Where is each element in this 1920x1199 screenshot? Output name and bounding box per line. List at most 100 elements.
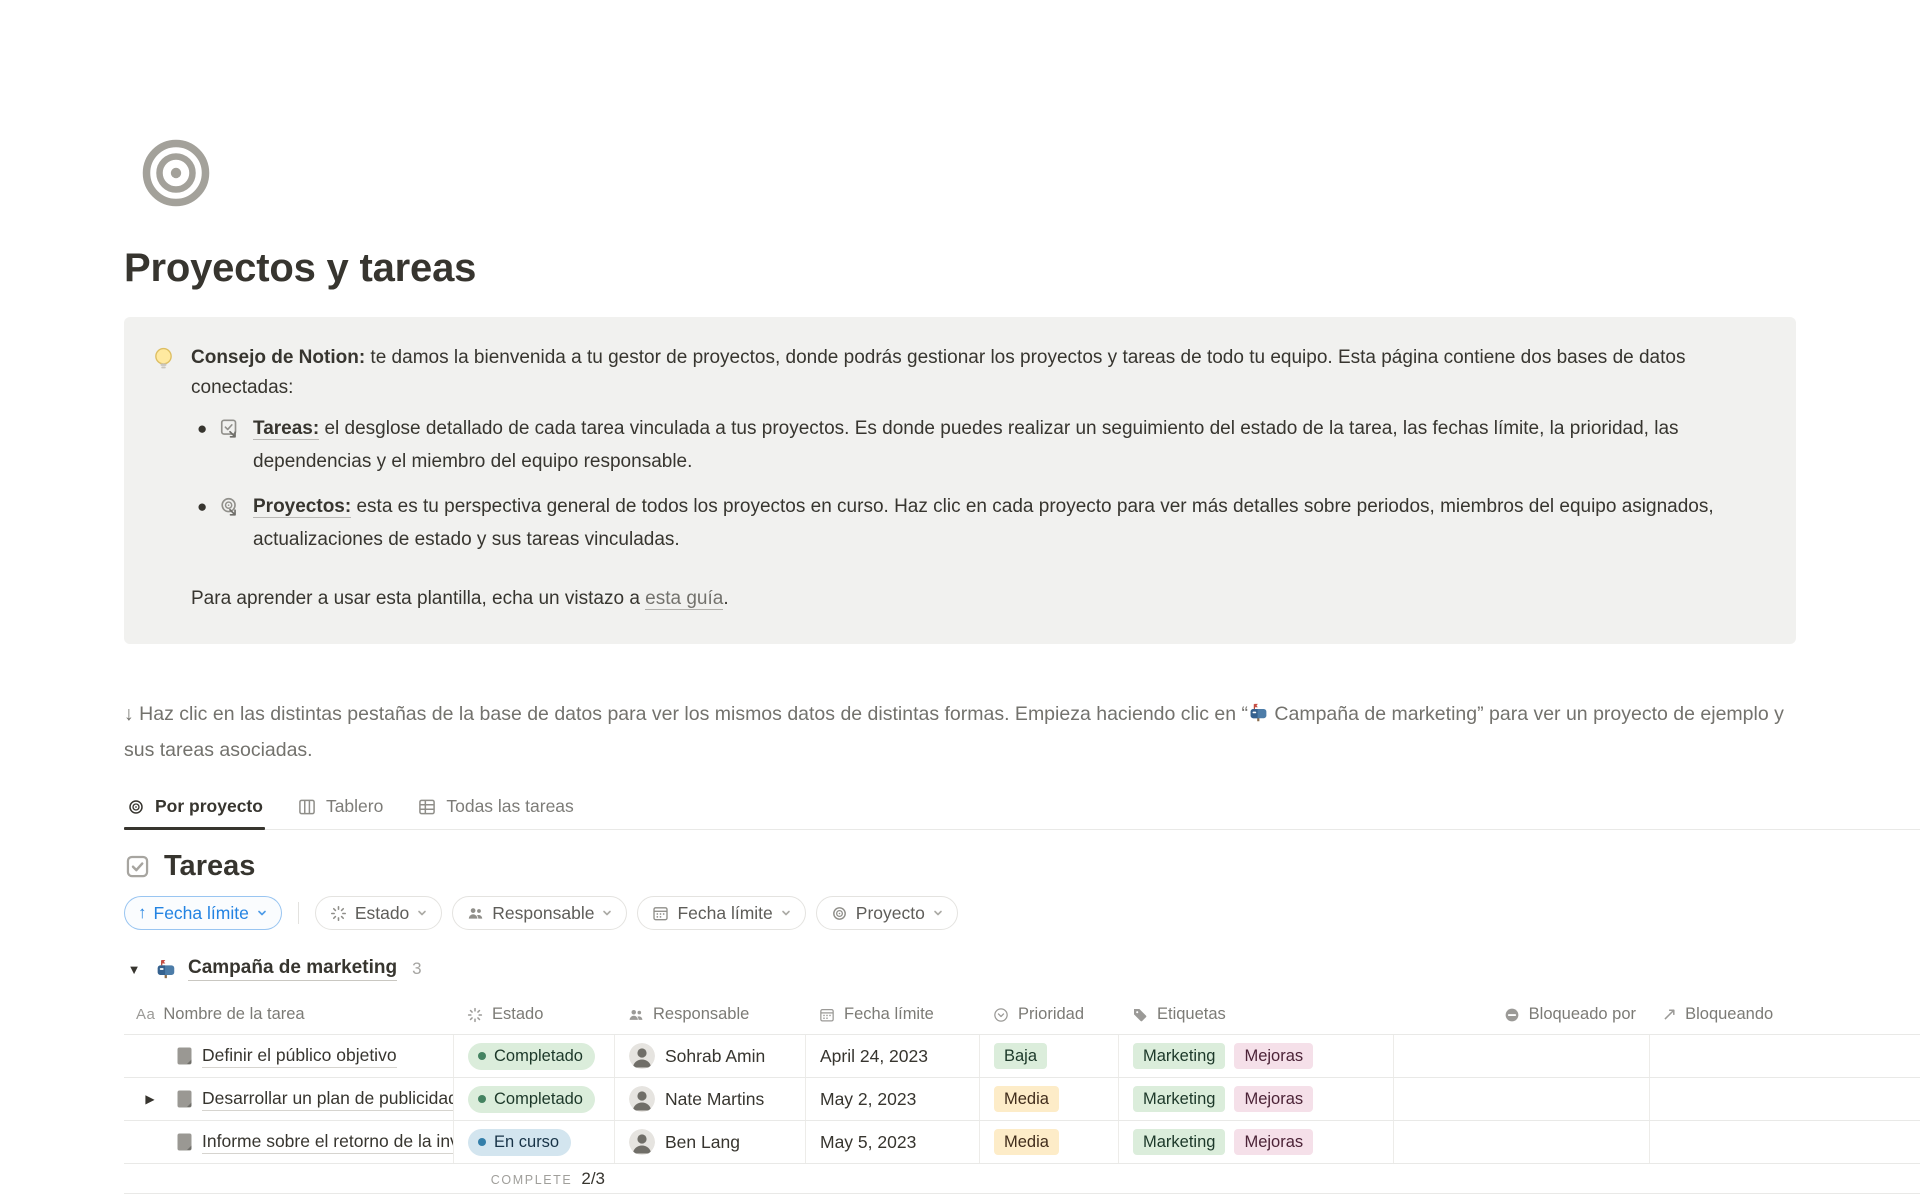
status-spinner-icon xyxy=(466,1006,484,1024)
guide-line: Para aprender a usar esta plantilla, ech… xyxy=(191,584,1748,614)
row-expand-toggle[interactable]: ▶ xyxy=(145,1092,154,1106)
status-pill[interactable]: En curso xyxy=(468,1129,571,1156)
column-header-bloqueando[interactable]: ↗Bloqueando xyxy=(1650,1004,1920,1025)
table-header-row: AaNombre de la tarea Estado Responsable … xyxy=(124,995,1920,1035)
due-date[interactable]: April 24, 2023 xyxy=(820,1046,928,1067)
task-name-link[interactable]: Informe sobre el retorno de la inversión xyxy=(202,1131,454,1154)
column-header-nombre[interactable]: AaNombre de la tarea xyxy=(124,1005,454,1024)
calendar-icon xyxy=(651,904,670,923)
column-header-bloqueado-por[interactable]: Bloqueado por xyxy=(1394,1005,1650,1024)
filter-label: Proyecto xyxy=(856,903,925,924)
group-name-link[interactable]: Campaña de marketing xyxy=(188,957,397,981)
tag-icon xyxy=(1131,1006,1149,1024)
tareas-page-link[interactable]: Tareas: xyxy=(253,418,319,440)
proyectos-page-link[interactable]: Proyectos: xyxy=(253,496,351,518)
tag-pill[interactable]: Mejoras xyxy=(1234,1129,1313,1155)
column-header-fecha-limite[interactable]: Fecha límite xyxy=(806,1005,980,1024)
filter-chip-responsable[interactable]: Responsable xyxy=(452,896,627,930)
cell-blocked-by[interactable] xyxy=(1394,1078,1650,1120)
bullet-dot: ● xyxy=(197,412,207,445)
toggle-zone: ▶ xyxy=(124,1092,176,1106)
column-header-prioridad[interactable]: Prioridad xyxy=(980,1005,1119,1024)
tasks-page-link-icon xyxy=(219,418,241,440)
database-title-text[interactable]: Tareas xyxy=(164,850,255,883)
target-icon xyxy=(126,797,146,817)
column-header-responsable[interactable]: Responsable xyxy=(615,1005,806,1024)
bullet-dot: ● xyxy=(197,490,207,523)
tag-pill[interactable]: Marketing xyxy=(1133,1086,1225,1112)
sort-chip-label: Fecha límite xyxy=(154,903,249,924)
status-pill[interactable]: Completado xyxy=(468,1086,595,1113)
mailbox-icon xyxy=(155,958,177,980)
tab-label: Por proyecto xyxy=(155,796,263,817)
cell-assignee: Nate Martins xyxy=(615,1078,806,1120)
due-date[interactable]: May 2, 2023 xyxy=(820,1089,916,1110)
cell-tags: Marketing Mejoras xyxy=(1119,1035,1394,1077)
person-name[interactable]: Nate Martins xyxy=(665,1089,764,1110)
hint-project-name: Campaña de marketing” xyxy=(1269,703,1484,725)
table-row: ▶ Desarrollar un plan de publicidad Comp… xyxy=(124,1078,1920,1121)
filter-chip-fecha-limite[interactable]: Fecha límite xyxy=(637,896,805,930)
tasks-table: AaNombre de la tarea Estado Responsable … xyxy=(124,995,1920,1194)
page-title[interactable]: Proyectos y tareas xyxy=(124,246,1920,291)
filter-chip-estado[interactable]: Estado xyxy=(315,896,442,930)
tag-pill[interactable]: Marketing xyxy=(1133,1129,1225,1155)
cell-blocked-by[interactable] xyxy=(1394,1121,1650,1163)
cell-task-name: Definir el público objetivo xyxy=(124,1035,454,1077)
due-date[interactable]: May 5, 2023 xyxy=(820,1132,916,1153)
cell-priority: Baja xyxy=(980,1035,1119,1077)
bullet-proyectos: ● Proyectos: esta es tu perspectiva gene… xyxy=(191,490,1748,556)
page-icon xyxy=(176,1132,193,1152)
no-entry-icon xyxy=(1503,1006,1521,1024)
toolbar-divider xyxy=(298,902,299,924)
priority-circle-icon xyxy=(992,1006,1010,1024)
sort-chip-fecha-limite[interactable]: ↑ Fecha límite xyxy=(124,896,282,930)
cell-due-date: May 2, 2023 xyxy=(806,1078,980,1120)
tab-todas-las-tareas[interactable]: Todas las tareas xyxy=(415,784,575,829)
tab-por-proyecto[interactable]: Por proyecto xyxy=(124,784,265,829)
cell-assignee: Ben Lang xyxy=(615,1121,806,1163)
avatar xyxy=(629,1129,655,1155)
task-name-link[interactable]: Definir el público objetivo xyxy=(202,1045,397,1068)
status-dot xyxy=(478,1095,486,1103)
column-header-etiquetas[interactable]: Etiquetas xyxy=(1119,1005,1394,1024)
cell-blocking[interactable] xyxy=(1650,1035,1920,1077)
bullet-tareas-text: el desglose detallado de cada tarea vinc… xyxy=(253,418,1679,472)
down-arrow-icon: ↓ xyxy=(124,703,134,725)
cell-blocked-by[interactable] xyxy=(1394,1035,1650,1077)
cell-priority: Media xyxy=(980,1078,1119,1120)
cell-blocking[interactable] xyxy=(1650,1078,1920,1120)
cell-blocking[interactable] xyxy=(1650,1121,1920,1163)
person-name[interactable]: Sohrab Amin xyxy=(665,1046,765,1067)
chevron-down-icon xyxy=(932,907,944,919)
group-collapse-toggle[interactable]: ▼ xyxy=(124,962,144,977)
page-icon xyxy=(176,1046,193,1066)
cell-status: Completado xyxy=(454,1078,615,1120)
complete-aggregate[interactable]: COMPLETE 2/3 xyxy=(124,1169,615,1189)
filter-chip-proyecto[interactable]: Proyecto xyxy=(816,896,958,930)
priority-pill[interactable]: Media xyxy=(994,1086,1059,1112)
guide-link[interactable]: esta guía xyxy=(645,588,723,610)
person-name[interactable]: Ben Lang xyxy=(665,1132,740,1153)
filter-label: Responsable xyxy=(492,903,594,924)
cell-tags: Marketing Mejoras xyxy=(1119,1121,1394,1163)
guide-period: . xyxy=(723,588,728,609)
tab-label: Todas las tareas xyxy=(446,796,573,817)
column-header-estado[interactable]: Estado xyxy=(454,1005,615,1024)
page-bullseye-icon[interactable] xyxy=(140,137,212,209)
arrow-up-right-icon: ↗ xyxy=(1662,1004,1677,1025)
sort-ascending-icon: ↑ xyxy=(138,903,147,923)
cell-due-date: May 5, 2023 xyxy=(806,1121,980,1163)
target-icon xyxy=(830,904,849,923)
priority-pill[interactable]: Baja xyxy=(994,1043,1047,1069)
priority-pill[interactable]: Media xyxy=(994,1129,1059,1155)
status-pill[interactable]: Completado xyxy=(468,1043,595,1070)
bullet-proyectos-text: esta es tu perspectiva general de todos … xyxy=(253,496,1714,550)
tab-tablero[interactable]: Tablero xyxy=(295,784,385,829)
tag-pill[interactable]: Mejoras xyxy=(1234,1043,1313,1069)
group-count: 3 xyxy=(412,959,421,979)
tag-pill[interactable]: Mejoras xyxy=(1234,1086,1313,1112)
tag-pill[interactable]: Marketing xyxy=(1133,1043,1225,1069)
group-header: ▼ Campaña de marketing 3 xyxy=(124,957,1920,981)
task-name-link[interactable]: Desarrollar un plan de publicidad xyxy=(202,1088,454,1111)
